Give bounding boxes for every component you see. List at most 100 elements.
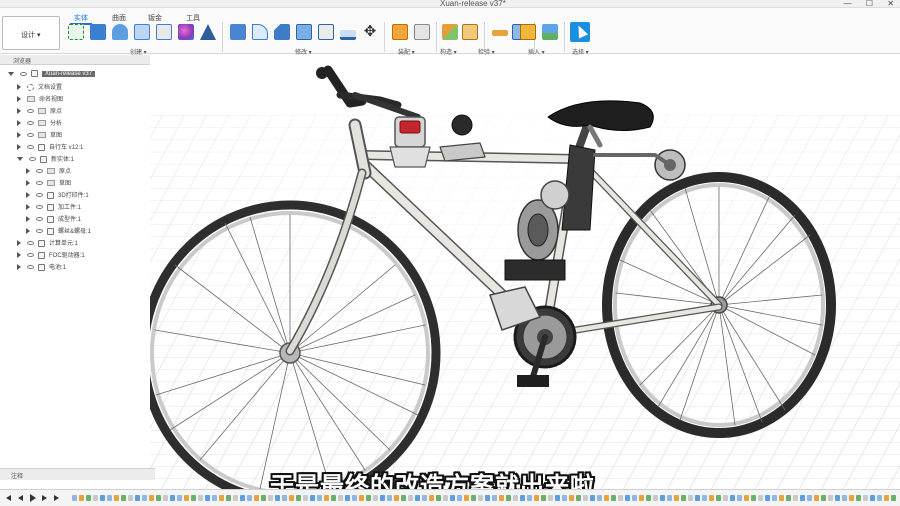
timeline-feature-icon[interactable] (604, 495, 609, 501)
timeline-feature-icon[interactable] (408, 495, 413, 501)
tree-item-analysis[interactable]: 分析 (17, 118, 62, 129)
tree-item-foc-driver[interactable]: FOC驱动器:1 (17, 250, 85, 261)
expand-icon[interactable] (17, 144, 21, 151)
select-cursor-icon[interactable] (570, 22, 590, 42)
offset-plane-icon[interactable] (442, 24, 458, 40)
timeline-feature-icon[interactable] (835, 495, 840, 501)
sweep-icon[interactable] (134, 24, 150, 40)
timeline-feature-icon[interactable] (415, 495, 420, 501)
expand-icon[interactable] (17, 252, 21, 259)
timeline-feature-icon[interactable] (366, 495, 371, 501)
timeline-feature-icon[interactable] (660, 495, 665, 501)
workspace-design-button[interactable]: 设计 ▾ (2, 16, 60, 50)
timeline-feature-icon[interactable] (863, 495, 868, 501)
visibility-icon[interactable] (36, 217, 43, 222)
timeline-feature-icon[interactable] (212, 495, 217, 501)
expand-icon[interactable] (17, 108, 21, 115)
timeline-feature-icon[interactable] (121, 495, 126, 501)
visibility-icon[interactable] (27, 133, 34, 138)
chamfer-icon[interactable] (274, 24, 290, 40)
timeline-feature-icon[interactable] (562, 495, 567, 501)
visibility-icon[interactable] (36, 181, 43, 186)
insert-derive-icon[interactable] (520, 24, 536, 40)
timeline-feature-icon[interactable] (254, 495, 259, 501)
tab-tools[interactable]: 工具 (186, 13, 200, 23)
timeline-feature-icon[interactable] (303, 495, 308, 501)
expand-icon[interactable] (26, 168, 30, 175)
loft-icon[interactable] (156, 24, 172, 40)
expand-icon[interactable] (17, 264, 21, 271)
timeline-feature-icon[interactable] (324, 495, 329, 501)
close-button[interactable]: ✕ (887, 0, 894, 8)
collapse-icon[interactable] (17, 157, 23, 162)
timeline-feature-icon[interactable] (394, 495, 399, 501)
step-forward-icon[interactable] (42, 495, 47, 501)
timeline-feature-icon[interactable] (632, 495, 637, 501)
timeline-feature-icon[interactable] (513, 495, 518, 501)
expand-icon[interactable] (17, 240, 21, 247)
timeline-feature-icon[interactable] (184, 495, 189, 501)
expand-icon[interactable] (26, 216, 30, 223)
tree-item-sketches[interactable]: 草图 (17, 130, 62, 141)
fillet-icon[interactable] (252, 24, 268, 40)
timeline-feature-icon[interactable] (800, 495, 805, 501)
visibility-icon[interactable] (27, 109, 34, 114)
timeline-feature-icon[interactable] (478, 495, 483, 501)
timeline-feature-icon[interactable] (289, 495, 294, 501)
timeline-feature-icon[interactable] (205, 495, 210, 501)
timeline-feature-icon[interactable] (275, 495, 280, 501)
tree-item-screws[interactable]: 螺丝&螺母:1 (26, 226, 91, 237)
visibility-icon[interactable] (27, 265, 34, 270)
expand-icon[interactable] (17, 132, 21, 139)
timeline-feature-icon[interactable] (100, 495, 105, 501)
tab-surface[interactable]: 曲面 (112, 13, 126, 23)
tree-item-bicycle[interactable]: 自行车 v12:1 (17, 142, 83, 153)
timeline-feature-icon[interactable] (282, 495, 287, 501)
timeline-feature-icon[interactable] (387, 495, 392, 501)
timeline-feature-icon[interactable] (506, 495, 511, 501)
timeline-feature-icon[interactable] (450, 495, 455, 501)
tree-item-named-views[interactable]: 命名视图 (17, 94, 63, 105)
timeline-feature-icon[interactable] (163, 495, 168, 501)
timeline-feature-icon[interactable] (590, 495, 595, 501)
timeline-feature-icon[interactable] (93, 495, 98, 501)
minimize-button[interactable]: — (844, 0, 852, 8)
timeline-feature-icon[interactable] (135, 495, 140, 501)
timeline-feature-icon[interactable] (114, 495, 119, 501)
timeline-feature-icon[interactable] (128, 495, 133, 501)
timeline-feature-icon[interactable] (191, 495, 196, 501)
tree-item-3d-printed[interactable]: 3D打印件:1 (26, 190, 89, 201)
go-to-end-icon[interactable] (54, 495, 59, 501)
tree-item-doc-settings[interactable]: 文档设置 (17, 82, 62, 93)
tab-solid[interactable]: 实体 (70, 13, 92, 25)
timeline-feature-icon[interactable] (464, 495, 469, 501)
timeline-feature-icon[interactable] (758, 495, 763, 501)
visibility-icon[interactable] (27, 241, 34, 246)
visibility-icon[interactable] (36, 193, 43, 198)
timeline-feature-icon[interactable] (688, 495, 693, 501)
press-pull-icon[interactable] (230, 24, 246, 40)
timeline-feature-icon[interactable] (828, 495, 833, 501)
timeline-feature-icon[interactable] (569, 495, 574, 501)
timeline-feature-icon[interactable] (240, 495, 245, 501)
joint-icon[interactable] (414, 24, 430, 40)
timeline-feature-icon[interactable] (359, 495, 364, 501)
timeline-feature-icon[interactable] (618, 495, 623, 501)
timeline-feature-icon[interactable] (485, 495, 490, 501)
timeline-feature-icon[interactable] (247, 495, 252, 501)
timeline-feature-icon[interactable] (793, 495, 798, 501)
measure-icon[interactable] (492, 30, 508, 36)
timeline-feature-icon[interactable] (583, 495, 588, 501)
timeline-feature-icon[interactable] (177, 495, 182, 501)
move-icon[interactable]: ✥ (362, 24, 378, 40)
visibility-icon[interactable] (36, 205, 43, 210)
timeline-feature-icon[interactable] (142, 495, 147, 501)
timeline-feature-icon[interactable] (548, 495, 553, 501)
timeline-feature-icon[interactable] (170, 495, 175, 501)
timeline-feature-icon[interactable] (730, 495, 735, 501)
tree-root-document[interactable]: Xuan-release v37 (8, 70, 96, 81)
expand-icon[interactable] (26, 228, 30, 235)
tree-item-sub-origin[interactable]: 原点 (26, 166, 71, 177)
timeline-feature-icon[interactable] (443, 495, 448, 501)
timeline-feature-icon[interactable] (499, 495, 504, 501)
